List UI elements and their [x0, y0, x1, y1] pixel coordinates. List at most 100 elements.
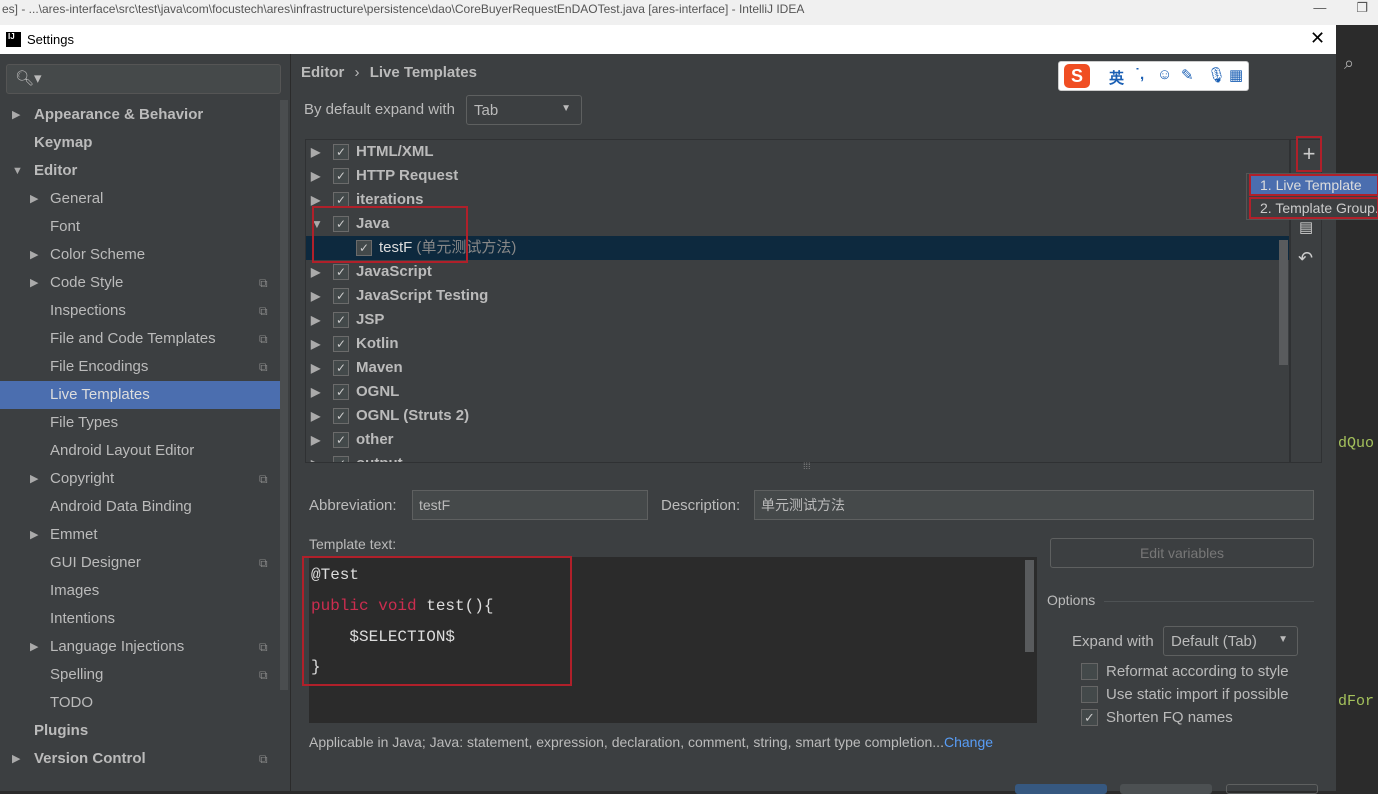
collapsed-arrow-icon[interactable]: ▶ [30, 521, 38, 549]
sidebar-item-android-layout-editor[interactable]: Android Layout Editor [0, 437, 280, 465]
collapsed-arrow-icon[interactable]: ▶ [311, 260, 320, 284]
description-input[interactable]: 单元测试方法 [754, 490, 1314, 520]
sidebar-item-keymap[interactable]: Keymap [0, 129, 280, 157]
ime-language-toggle[interactable]: 英 [1109, 67, 1124, 88]
sidebar-scrollbar[interactable] [280, 100, 288, 690]
sidebar-item-copyright[interactable]: ▶ Copyright ⧉ [0, 465, 280, 493]
template-group[interactable]: ▶ ✓ HTML/XML [306, 140, 1289, 164]
sidebar-item-todo[interactable]: TODO [0, 689, 280, 717]
collapsed-arrow-icon[interactable]: ▶ [311, 428, 320, 452]
template-checkbox[interactable]: ✓ [333, 408, 349, 424]
sidebar-item-version-control[interactable]: ▶ Version Control ⧉ [0, 745, 280, 773]
collapsed-arrow-icon[interactable]: ▶ [311, 332, 320, 356]
template-group[interactable]: ▶ ✓ JSP [306, 308, 1289, 332]
emoji-icon[interactable]: ☺ [1157, 66, 1172, 83]
template-group[interactable]: ▶ ✓ JavaScript [306, 260, 1289, 284]
sidebar-item-color-scheme[interactable]: ▶ Color Scheme [0, 241, 280, 269]
collapsed-arrow-icon[interactable]: ▶ [30, 185, 38, 213]
template-checkbox[interactable]: ✓ [333, 144, 349, 160]
template-checkbox[interactable]: ✓ [333, 360, 349, 376]
collapsed-arrow-icon[interactable]: ▶ [30, 241, 38, 269]
change-link[interactable]: Change [944, 734, 993, 750]
collapsed-arrow-icon[interactable]: ▶ [30, 465, 38, 493]
template-group[interactable]: ▶ ✓ HTTP Request [306, 164, 1289, 188]
template-checkbox[interactable]: ✓ [333, 312, 349, 328]
template-checkbox[interactable]: ✓ [333, 432, 349, 448]
sidebar-item-appearance-behavior[interactable]: ▶ Appearance & Behavior [0, 101, 280, 129]
duplicate-icon[interactable]: ▤ [1299, 218, 1313, 236]
template-checkbox[interactable]: ✓ [333, 168, 349, 184]
template-label: HTML/XML [356, 140, 433, 164]
template-group[interactable]: ▶ ✓ other [306, 428, 1289, 452]
collapsed-arrow-icon[interactable]: ▶ [30, 633, 38, 661]
handwriting-icon[interactable]: ✎ [1181, 66, 1194, 84]
sidebar-item-language-injections[interactable]: ▶ Language Injections ⧉ [0, 633, 280, 661]
collapsed-arrow-icon[interactable]: ▶ [311, 404, 320, 428]
tree-scrollbar[interactable] [1279, 240, 1288, 365]
resize-handle[interactable]: ⁞⁞⁞ [803, 461, 811, 471]
template-group[interactable]: ▶ ✓ OGNL (Struts 2) [306, 404, 1289, 428]
minimize-icon[interactable]: — [1313, 0, 1326, 15]
template-checkbox[interactable]: ✓ [333, 264, 349, 280]
reformat-checkbox[interactable] [1081, 663, 1098, 680]
search-icon[interactable]: ⌕ [1344, 53, 1354, 74]
template-checkbox[interactable]: ✓ [333, 384, 349, 400]
abbreviation-input[interactable]: testF [412, 490, 648, 520]
edit-variables-button[interactable]: Edit variables [1050, 538, 1314, 568]
toolbox-icon[interactable]: ▦ [1229, 66, 1243, 84]
collapsed-arrow-icon[interactable]: ▶ [311, 308, 320, 332]
sidebar-item-inspections[interactable]: Inspections ⧉ [0, 297, 280, 325]
collapsed-arrow-icon[interactable]: ▶ [30, 269, 38, 297]
static-import-checkbox[interactable] [1081, 686, 1098, 703]
collapsed-arrow-icon[interactable]: ▶ [311, 452, 320, 462]
expand-with-select[interactable]: Default (Tab) ▼ [1163, 626, 1298, 656]
maximize-icon[interactable]: ❐ [1356, 0, 1368, 15]
template-checkbox[interactable]: ✓ [333, 288, 349, 304]
sidebar-item-file-types[interactable]: File Types [0, 409, 280, 437]
ime-punct-toggle[interactable]: ˙, [1135, 66, 1144, 83]
template-checkbox[interactable]: ✓ [333, 456, 349, 462]
collapsed-arrow-icon[interactable]: ▶ [311, 380, 320, 404]
sidebar-item-intentions[interactable]: Intentions [0, 605, 280, 633]
template-group[interactable]: ▶ ✓ Kotlin [306, 332, 1289, 356]
menu-item-template-group[interactable]: 2. Template Group... [1249, 197, 1378, 219]
sidebar-item-gui-designer[interactable]: GUI Designer ⧉ [0, 549, 280, 577]
shorten-fq-checkbox[interactable]: ✓ [1081, 709, 1098, 726]
cancel-button[interactable] [1120, 784, 1212, 794]
editor-scrollbar[interactable] [1025, 560, 1034, 652]
settings-search-input[interactable]: 🔍︎▾ [6, 64, 281, 94]
collapsed-arrow-icon[interactable]: ▶ [311, 356, 320, 380]
sidebar-item-file-and-code-templates[interactable]: File and Code Templates ⧉ [0, 325, 280, 353]
collapsed-arrow-icon[interactable]: ▶ [12, 101, 20, 129]
menu-item-live-template[interactable]: 1. Live Template [1249, 174, 1378, 196]
add-icon[interactable]: + [1296, 136, 1322, 172]
collapsed-arrow-icon[interactable]: ▶ [311, 140, 320, 164]
sidebar-item-android-data-binding[interactable]: Android Data Binding [0, 493, 280, 521]
sidebar-item-spelling[interactable]: Spelling ⧉ [0, 661, 280, 689]
expand-default-select[interactable]: Tab ▼ [466, 95, 582, 125]
template-checkbox[interactable]: ✓ [333, 336, 349, 352]
sidebar-item-code-style[interactable]: ▶ Code Style ⧉ [0, 269, 280, 297]
sidebar-item-general[interactable]: ▶ General [0, 185, 280, 213]
breadcrumb-editor[interactable]: Editor [301, 64, 344, 81]
sidebar-item-font[interactable]: Font [0, 213, 280, 241]
template-group[interactable]: ▶ ✓ JavaScript Testing [306, 284, 1289, 308]
sidebar-item-emmet[interactable]: ▶ Emmet [0, 521, 280, 549]
undo-icon[interactable]: ↶ [1298, 248, 1313, 269]
sidebar-item-images[interactable]: Images [0, 577, 280, 605]
sidebar-item-editor[interactable]: ▼ Editor [0, 157, 280, 185]
microphone-icon[interactable]: 🎙︎ [1207, 66, 1226, 84]
template-group[interactable]: ▶ ✓ Maven [306, 356, 1289, 380]
collapsed-arrow-icon[interactable]: ▶ [311, 284, 320, 308]
collapsed-arrow-icon[interactable]: ▶ [12, 745, 20, 773]
apply-button[interactable] [1226, 784, 1318, 794]
collapsed-arrow-icon[interactable]: ▶ [311, 164, 320, 188]
sidebar-item-plugins[interactable]: Plugins [0, 717, 280, 745]
sidebar-item-live-templates[interactable]: Live Templates [0, 381, 280, 409]
ok-button[interactable] [1015, 784, 1107, 794]
template-group[interactable]: ▶ ✓ OGNL [306, 380, 1289, 404]
close-icon[interactable]: ✕ [1310, 28, 1325, 49]
template-group[interactable]: ▶ ✓ output [306, 452, 1289, 462]
expanded-arrow-icon[interactable]: ▼ [12, 157, 23, 185]
sidebar-item-file-encodings[interactable]: File Encodings ⧉ [0, 353, 280, 381]
